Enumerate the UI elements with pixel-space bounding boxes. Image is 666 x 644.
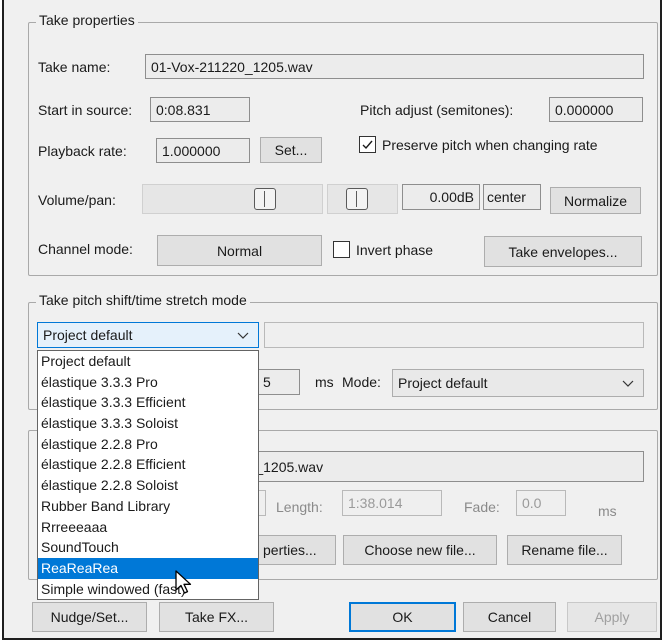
item-properties-dialog: Take properties Take name: 01-Vox-211220… [2, 0, 662, 640]
pitch-shift-title: Take pitch shift/time stretch mode [36, 292, 250, 308]
volume-slider-thumb[interactable] [254, 188, 276, 210]
ok-button[interactable]: OK [349, 602, 456, 632]
pitch-submode-field [264, 322, 644, 348]
pitch-mode-selected: Project default [43, 327, 133, 343]
chevron-down-icon [237, 332, 249, 339]
rename-file-button[interactable]: Rename file... [507, 535, 622, 565]
normalize-button[interactable]: Normalize [550, 187, 641, 214]
dropdown-option[interactable]: élastique 2.2.8 Pro [38, 434, 258, 455]
preserve-pitch-checkbox[interactable] [359, 136, 376, 153]
pan-field[interactable]: center [483, 184, 541, 210]
set-rate-button[interactable]: Set... [260, 137, 322, 163]
invert-phase-label[interactable]: Invert phase [356, 242, 433, 258]
fade-unit-label: ms [598, 503, 617, 519]
dropdown-option[interactable]: Project default [38, 351, 258, 372]
dropdown-option[interactable]: Rrreeeaaa [38, 517, 258, 538]
dropdown-option[interactable]: élastique 3.3.3 Efficient [38, 392, 258, 413]
cancel-button[interactable]: Cancel [463, 602, 556, 632]
pitch-mode-dropdown-list[interactable]: Project default élastique 3.3.3 Pro élas… [37, 350, 259, 600]
dropdown-option-highlighted[interactable]: ReaReaRea [38, 557, 258, 579]
take-properties-title: Take properties [36, 12, 138, 28]
pitch-adjust-field[interactable]: 0.000000 [549, 97, 643, 122]
dropdown-option[interactable]: Rubber Band Library [38, 496, 258, 517]
chevron-down-icon [622, 380, 634, 387]
stretch-mode-label: Mode: [342, 374, 381, 390]
invert-phase-checkbox[interactable] [333, 241, 350, 258]
channel-mode-button[interactable]: Normal [157, 235, 322, 266]
playback-rate-field[interactable]: 1.000000 [156, 138, 250, 163]
fade-field: 0.0 [516, 490, 566, 516]
stretch-mode-selected: Project default [398, 375, 488, 391]
take-envelopes-button[interactable]: Take envelopes... [484, 236, 642, 267]
take-fx-button[interactable]: Take FX... [159, 602, 274, 632]
dropdown-option[interactable]: élastique 3.3.3 Soloist [38, 413, 258, 434]
source-file-field[interactable]: 220_1205.wav [226, 451, 644, 482]
dropdown-option[interactable]: élastique 3.3.3 Pro [38, 372, 258, 393]
pitch-adjust-label: Pitch adjust (semitones): [360, 102, 514, 118]
playback-rate-label: Playback rate: [38, 143, 127, 159]
choose-new-file-button[interactable]: Choose new file... [343, 535, 497, 565]
dropdown-option[interactable]: SoundTouch [38, 537, 258, 558]
dropdown-option[interactable]: élastique 2.2.8 Efficient [38, 454, 258, 475]
channel-mode-label: Channel mode: [38, 241, 133, 257]
start-in-source-label: Start in source: [38, 102, 133, 118]
mouse-pointer-icon [175, 570, 192, 594]
fade-label: Fade: [464, 499, 500, 515]
start-in-source-field[interactable]: 0:08.831 [150, 97, 250, 122]
length-field: 1:38.014 [342, 490, 442, 516]
dropdown-option[interactable]: Simple windowed (fast) [38, 579, 258, 600]
nudge-set-button[interactable]: Nudge/Set... [32, 602, 147, 632]
take-name-label: Take name: [38, 59, 111, 75]
apply-button: Apply [567, 602, 657, 632]
stretch-ms-label: ms [315, 374, 334, 390]
pitch-mode-dropdown[interactable]: Project default [37, 322, 259, 348]
preserve-pitch-label[interactable]: Preserve pitch when changing rate [382, 137, 598, 153]
pan-slider-thumb[interactable] [346, 188, 368, 210]
volume-slider[interactable] [142, 184, 323, 214]
volume-db-field[interactable]: 0.00dB [402, 184, 480, 210]
stretch-mode-dropdown[interactable]: Project default [392, 369, 644, 397]
stretch-fade-field[interactable]: 5 [254, 369, 300, 395]
take-name-field[interactable]: 01-Vox-211220_1205.wav [145, 54, 644, 79]
dropdown-option[interactable]: élastique 2.2.8 Soloist [38, 475, 258, 496]
checkmark-icon [362, 140, 373, 150]
volume-pan-label: Volume/pan: [38, 192, 116, 208]
length-label: Length: [276, 499, 323, 515]
